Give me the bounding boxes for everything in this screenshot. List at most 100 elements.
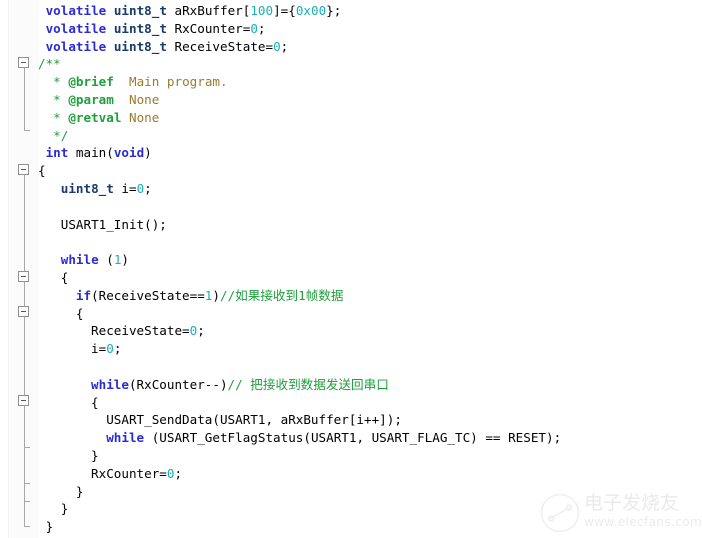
code-line-17[interactable]: if(ReceiveState==1)//如果接收到1帧数据 (76, 287, 344, 305)
code-line-7[interactable]: * @retval None (53, 109, 159, 127)
token-cmt: /** (38, 56, 61, 72)
code-line-4[interactable]: /** (38, 55, 61, 73)
code-editor[interactable]: volatile uint8_t aRxBuffer[100]={0x00}; v… (0, 0, 702, 538)
code-line-24[interactable]: USART_SendData(USART1, aRxBuffer[i++]); (106, 411, 402, 429)
token-plain: ; (174, 465, 183, 481)
fold-while-body-icon[interactable] (18, 271, 29, 282)
token-plain: ) (144, 145, 152, 161)
token-kw: int (45, 145, 69, 161)
token-plain: ReceiveState= (166, 38, 274, 54)
code-line-27[interactable]: RxCounter=0; (91, 465, 182, 483)
token-plain: ; (280, 38, 289, 54)
code-line-20[interactable]: i=0; (91, 340, 121, 358)
fold-main-body-icon[interactable] (18, 164, 29, 175)
token-plain: ]={ (273, 3, 296, 18)
token-plain: (USART_GetFlagStatus(USART1, USART_FLAG_… (144, 430, 562, 446)
code-text-area[interactable]: volatile uint8_t aRxBuffer[100]={0x00}; v… (38, 0, 702, 538)
token-plain: USART1_Init(); (60, 216, 167, 232)
code-line-29[interactable]: } (61, 500, 69, 518)
token-brace: } (91, 448, 99, 463)
token-brace: { (60, 270, 69, 285)
token-plain: USART_SendData(USART1, aRxBuffer[i++]); (106, 412, 402, 428)
token-plain: ; (197, 323, 205, 339)
fold-guide-line-2 (24, 175, 25, 271)
token-cmt-txt: Main program. (129, 74, 228, 90)
token-plain: (ReceiveState== (91, 287, 205, 303)
code-line-23[interactable]: { (91, 394, 99, 412)
code-line-30[interactable]: } (46, 518, 54, 536)
fold-end-tick-5 (24, 526, 30, 527)
token-kw: void (113, 145, 145, 161)
token-num: 0x00 (295, 3, 327, 18)
code-line-5[interactable]: * @brief Main program. (53, 73, 227, 91)
code-line-22[interactable]: while(RxCounter--)// 把接收到数据发送回串口 (91, 376, 389, 394)
fold-comment-block-icon[interactable] (18, 57, 29, 68)
fold-guide-line-5 (24, 406, 25, 526)
token-cmt: //如果接收到1帧数据 (219, 287, 344, 303)
code-line-10[interactable]: { (38, 162, 46, 180)
code-line-6[interactable]: * @param None (53, 91, 159, 109)
token-kw: if (75, 287, 92, 303)
token-plain: ; (257, 20, 266, 36)
code-line-25[interactable]: while (USART_GetFlagStatus(USART1, USART… (106, 429, 561, 447)
code-line-3[interactable]: volatile uint8_t ReceiveState=0; (46, 38, 289, 56)
token-plain: }; (326, 3, 342, 18)
code-line-26[interactable]: } (91, 447, 99, 465)
token-cmt: * (53, 74, 69, 90)
code-line-16[interactable]: { (61, 269, 69, 287)
code-line-13[interactable]: USART1_Init(); (61, 216, 167, 234)
token-plain: ) (121, 252, 130, 268)
token-cmt-doc: @param (68, 92, 114, 107)
token-brace: } (45, 519, 54, 535)
token-cmt (114, 92, 129, 107)
token-brace: { (91, 394, 99, 410)
token-cmt-txt: None (129, 109, 160, 125)
token-cmt (121, 110, 129, 125)
code-line-11[interactable]: uint8_t i=0; (61, 180, 152, 198)
token-plain: RxCounter= (91, 465, 167, 481)
token-cmt: // 把接收到数据发送回串口 (227, 376, 389, 392)
fold-inner-while-icon[interactable] (18, 395, 29, 406)
token-kw: volatile (45, 20, 107, 36)
token-plain: i= (113, 181, 137, 196)
token-cmt: * (53, 109, 69, 125)
token-plain: i= (91, 341, 107, 357)
token-cmt-doc: @retval (68, 109, 122, 125)
code-line-8[interactable]: */ (53, 127, 68, 145)
token-type: uint8_t (60, 181, 114, 196)
code-line-28[interactable]: } (76, 483, 84, 501)
token-num: 0 (250, 20, 258, 36)
code-line-9[interactable]: int main(void) (46, 144, 152, 162)
code-line-1[interactable]: volatile uint8_t aRxBuffer[100]={0x00}; (46, 2, 342, 20)
token-brace: } (75, 483, 84, 499)
code-line-18[interactable]: { (76, 305, 84, 323)
token-plain: RxCounter= (166, 20, 251, 36)
code-line-2[interactable]: volatile uint8_t RxCounter=0; (46, 20, 266, 38)
token-plain: ; (113, 341, 122, 357)
code-line-15[interactable]: while (1) (61, 251, 129, 269)
token-brace: { (38, 163, 46, 179)
fold-end-tick-1 (24, 130, 30, 131)
token-brace: { (75, 305, 84, 321)
token-kw: volatile (45, 38, 107, 54)
token-plain: (RxCounter--) (128, 376, 228, 392)
token-kw: while (60, 252, 99, 268)
fold-if-body-icon[interactable] (18, 306, 29, 317)
fold-guide-line-3 (24, 282, 25, 306)
token-kw: volatile (45, 3, 107, 18)
token-plain: main( (68, 145, 114, 161)
fold-end-tick-4 (24, 501, 30, 502)
token-cmt: * (53, 92, 69, 107)
token-cmt (114, 74, 129, 89)
token-type: uint8_t (113, 38, 167, 54)
token-kw: while (91, 376, 129, 392)
code-line-19[interactable]: ReceiveState=0; (91, 322, 205, 340)
token-plain: ReceiveState= (91, 323, 190, 339)
token-cmt-txt: None (129, 92, 160, 107)
fold-guide-line-1 (24, 68, 25, 130)
token-plain: ( (98, 252, 114, 268)
token-num: 0 (273, 38, 281, 54)
token-brace: } (60, 501, 69, 517)
